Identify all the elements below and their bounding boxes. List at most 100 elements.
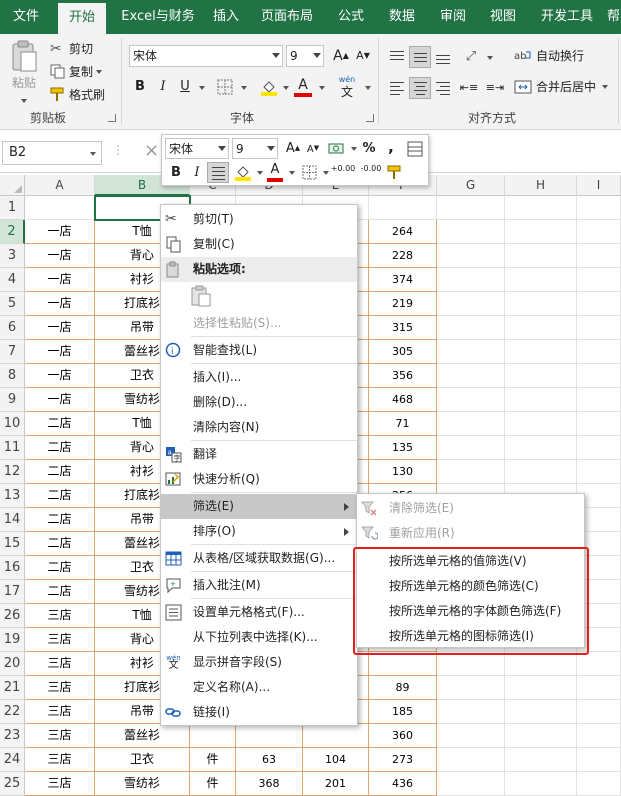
menu-item-cut[interactable]: ✂ 剪切(T)	[161, 207, 357, 232]
font-color-dropdown-icon[interactable]	[319, 86, 325, 90]
align-left-button[interactable]	[386, 77, 408, 99]
row-header[interactable]: 6	[0, 316, 25, 340]
mini-format-painter-button[interactable]	[384, 162, 406, 183]
empty-cell[interactable]	[437, 676, 505, 700]
table-cell[interactable]: 三店	[25, 604, 95, 628]
font-launcher-icon[interactable]	[366, 114, 374, 122]
menu-item-insert[interactable]: 插入(I)...	[161, 365, 357, 390]
tab-insert[interactable]: 插入	[204, 0, 248, 34]
menu-item-filter[interactable]: 筛选(E)	[161, 494, 357, 519]
table-cell[interactable]: 一店	[25, 388, 95, 412]
table-cell[interactable]: 305	[369, 340, 437, 364]
menu-item-sort[interactable]: 排序(O)	[161, 519, 357, 544]
row-header[interactable]: 2	[0, 220, 25, 244]
decrease-font-button[interactable]: A▼	[352, 45, 374, 67]
underline-dropdown-icon[interactable]	[199, 86, 205, 90]
table-cell[interactable]: 三店	[25, 652, 95, 676]
tab-data[interactable]: 数据	[378, 0, 426, 34]
empty-cell[interactable]	[577, 772, 621, 796]
table-cell[interactable]: 三店	[25, 724, 95, 748]
empty-cell[interactable]	[505, 196, 577, 220]
empty-cell[interactable]	[437, 388, 505, 412]
empty-cell[interactable]	[577, 196, 621, 220]
empty-cell[interactable]	[505, 436, 577, 460]
empty-cell[interactable]	[505, 316, 577, 340]
select-all-corner[interactable]	[0, 175, 25, 196]
table-cell[interactable]: 104	[303, 748, 369, 772]
empty-cell[interactable]	[437, 196, 505, 220]
row-header[interactable]: 12	[0, 460, 25, 484]
submenu-item-reapply[interactable]: 重新应用(R)	[357, 521, 584, 546]
row-header[interactable]: 11	[0, 436, 25, 460]
row-header[interactable]: 15	[0, 532, 25, 556]
table-cell[interactable]: 135	[369, 436, 437, 460]
table-cell[interactable]: 卫衣	[95, 748, 190, 772]
empty-cell[interactable]	[437, 340, 505, 364]
table-cell[interactable]: 219	[369, 292, 437, 316]
empty-cell[interactable]	[577, 220, 621, 244]
align-center-button[interactable]	[409, 77, 431, 99]
tab-excel-finance[interactable]: Excel与财务	[112, 0, 204, 34]
row-header[interactable]: 13	[0, 484, 25, 508]
empty-cell[interactable]	[577, 412, 621, 436]
row-header[interactable]: 25	[0, 772, 25, 796]
empty-cell[interactable]	[437, 436, 505, 460]
mini-increase-font-button[interactable]: A▲	[282, 138, 304, 159]
wrap-text-button[interactable]: ab 自动换行	[514, 47, 584, 64]
cut-button[interactable]: ✂ 剪切	[50, 40, 93, 57]
font-color-button[interactable]: A	[292, 76, 314, 98]
empty-cell[interactable]	[437, 220, 505, 244]
empty-cell[interactable]	[437, 772, 505, 796]
empty-cell[interactable]	[505, 340, 577, 364]
mini-percent-button[interactable]: %	[358, 138, 380, 159]
merge-dropdown-icon[interactable]	[602, 84, 609, 89]
increase-font-button[interactable]: A▲	[330, 45, 352, 67]
table-cell[interactable]: 228	[369, 244, 437, 268]
cancel-formula-icon[interactable]: ×	[144, 140, 159, 161]
menu-item-get-data[interactable]: 从表格/区域获取数据(G)...	[161, 546, 357, 571]
borders-button[interactable]	[214, 76, 236, 98]
table-cell[interactable]: 一店	[25, 268, 95, 292]
table-cell[interactable]: 468	[369, 388, 437, 412]
table-cell[interactable]: 件	[190, 772, 236, 796]
empty-cell[interactable]	[505, 268, 577, 292]
menu-item-insert-comment[interactable]: + 插入批注(M)	[161, 573, 357, 598]
empty-cell[interactable]	[437, 364, 505, 388]
empty-cell[interactable]	[437, 292, 505, 316]
empty-cell[interactable]	[505, 244, 577, 268]
row-header[interactable]: 7	[0, 340, 25, 364]
bold-button[interactable]: B	[129, 76, 151, 98]
empty-cell[interactable]	[505, 748, 577, 772]
table-cell[interactable]	[303, 724, 369, 748]
empty-cell[interactable]	[505, 412, 577, 436]
table-cell[interactable]: 368	[236, 772, 303, 796]
increase-indent-button[interactable]: ≡⇥	[484, 77, 506, 99]
empty-cell[interactable]	[577, 700, 621, 724]
table-cell[interactable]	[236, 724, 303, 748]
empty-cell[interactable]	[577, 388, 621, 412]
empty-cell[interactable]	[577, 724, 621, 748]
tab-file[interactable]: 文件	[0, 0, 52, 34]
align-right-button[interactable]	[432, 77, 454, 99]
menu-item-show-phonetic[interactable]: wén 文 显示拼音字段(S)	[161, 650, 357, 675]
empty-cell[interactable]	[505, 676, 577, 700]
row-header[interactable]: 16	[0, 556, 25, 580]
empty-cell[interactable]	[577, 460, 621, 484]
empty-cell[interactable]	[505, 700, 577, 724]
table-cell[interactable]	[369, 652, 437, 676]
empty-cell[interactable]	[505, 460, 577, 484]
name-box[interactable]: B2	[2, 141, 102, 165]
copy-button[interactable]: 复制	[50, 63, 103, 80]
table-cell[interactable]: 三店	[25, 628, 95, 652]
empty-cell[interactable]	[437, 316, 505, 340]
mini-borders-button[interactable]	[298, 162, 320, 183]
table-cell[interactable]: 二店	[25, 532, 95, 556]
table-cell[interactable]: 一店	[25, 220, 95, 244]
empty-cell[interactable]	[437, 412, 505, 436]
align-top-button[interactable]	[386, 46, 408, 68]
mini-fill-dropdown-icon[interactable]	[257, 171, 263, 175]
table-cell[interactable]: 一店	[25, 244, 95, 268]
font-size-combo[interactable]: 9	[286, 45, 324, 67]
table-cell[interactable]: 雪纺衫	[95, 772, 190, 796]
row-header[interactable]: 8	[0, 364, 25, 388]
